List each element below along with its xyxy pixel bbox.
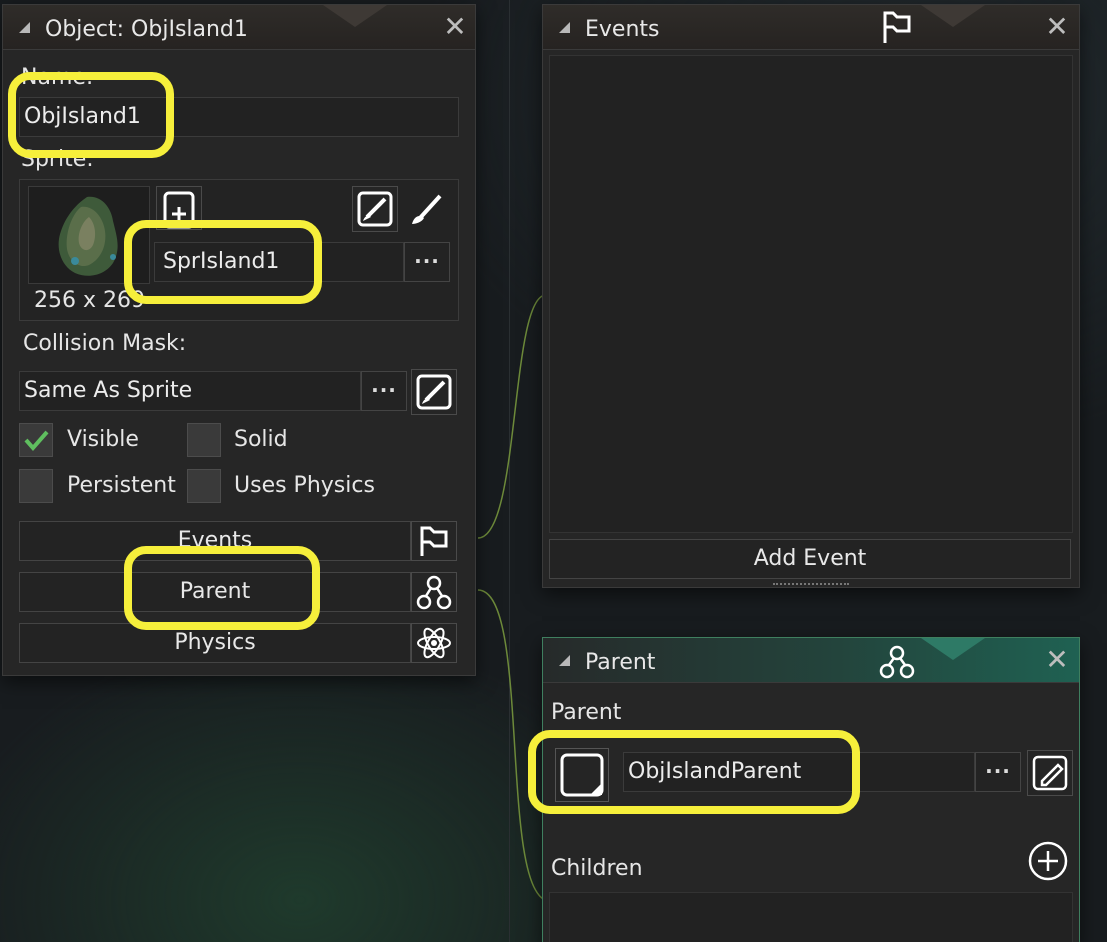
uses-physics-checkbox[interactable]	[187, 469, 221, 503]
solid-label: Solid	[234, 427, 288, 452]
paint-brush-button[interactable]	[404, 186, 450, 232]
close-icon[interactable]: ✕	[1045, 13, 1069, 41]
close-icon[interactable]: ✕	[443, 13, 467, 41]
parent-tree-icon	[416, 575, 452, 610]
edit-mask-icon	[416, 374, 452, 410]
highlight-name	[8, 72, 174, 158]
add-child-button[interactable]	[1027, 840, 1069, 882]
persistent-label: Persistent	[67, 473, 176, 498]
parent-label: Parent	[551, 700, 622, 725]
events-window: Events ✕ Add Event	[542, 4, 1080, 588]
children-label: Children	[551, 856, 643, 881]
ellipsis-icon: ···	[414, 249, 440, 273]
highlight-parent-button	[124, 546, 320, 630]
titlebar-notch	[921, 5, 985, 27]
solid-checkbox[interactable]	[187, 423, 221, 457]
collision-mask-field[interactable]: Same As Sprite	[19, 371, 361, 411]
edit-sprite-button[interactable]	[352, 186, 398, 232]
events-flag	[879, 9, 915, 45]
persistent-checkbox[interactable]	[19, 469, 53, 503]
ellipsis-icon: ···	[985, 759, 1011, 783]
object-window-title: Object: ObjIsland1	[45, 17, 248, 42]
edit-sprite-icon	[357, 191, 393, 227]
paint-brush-icon	[412, 194, 442, 224]
children-list[interactable]	[549, 892, 1073, 942]
collapse-icon[interactable]	[559, 22, 570, 33]
highlight-sprite	[124, 220, 322, 304]
uses-physics-label: Uses Physics	[234, 473, 375, 498]
titlebar-notch	[921, 638, 985, 660]
parent-window-title: Parent	[585, 650, 656, 675]
sprite-browse-button[interactable]: ···	[404, 242, 450, 282]
parent-title-icon	[879, 644, 915, 680]
edit-parent-button[interactable]	[1027, 750, 1073, 796]
resize-grip[interactable]	[773, 583, 849, 587]
edit-mask-button[interactable]	[411, 369, 457, 415]
ellipsis-icon: ···	[371, 378, 397, 402]
add-circle-icon	[1028, 841, 1068, 881]
events-window-title: Events	[585, 17, 660, 42]
collapse-icon[interactable]	[559, 655, 570, 666]
visible-checkbox[interactable]	[19, 423, 53, 457]
collapse-icon[interactable]	[19, 22, 30, 33]
parent-browse-button[interactable]: ···	[975, 752, 1021, 792]
highlight-parent-object	[528, 730, 860, 814]
parent-tree-icon	[879, 645, 915, 679]
object-titlebar[interactable]: Object: ObjIsland1 ✕	[3, 5, 475, 50]
atom-icon	[417, 627, 451, 659]
events-titlebar[interactable]: Events ✕	[543, 5, 1079, 50]
flag-icon	[883, 11, 911, 43]
add-event-button[interactable]: Add Event	[549, 539, 1071, 579]
edit-pencil-icon	[1032, 755, 1068, 791]
events-icon-button[interactable]	[411, 521, 457, 561]
parent-icon-button[interactable]	[411, 572, 457, 612]
events-list[interactable]	[549, 55, 1073, 533]
close-icon[interactable]: ✕	[1045, 646, 1069, 674]
visible-label: Visible	[67, 427, 139, 452]
titlebar-notch	[323, 5, 387, 27]
physics-icon-button[interactable]	[411, 623, 457, 663]
checkmark-icon	[24, 430, 49, 452]
collision-mask-label: Collision Mask:	[23, 331, 187, 356]
parent-titlebar[interactable]: Parent ✕	[543, 638, 1079, 683]
collision-mask-value: Same As Sprite	[24, 378, 193, 403]
flag-icon	[420, 526, 448, 556]
collision-browse-button[interactable]: ···	[361, 371, 407, 411]
